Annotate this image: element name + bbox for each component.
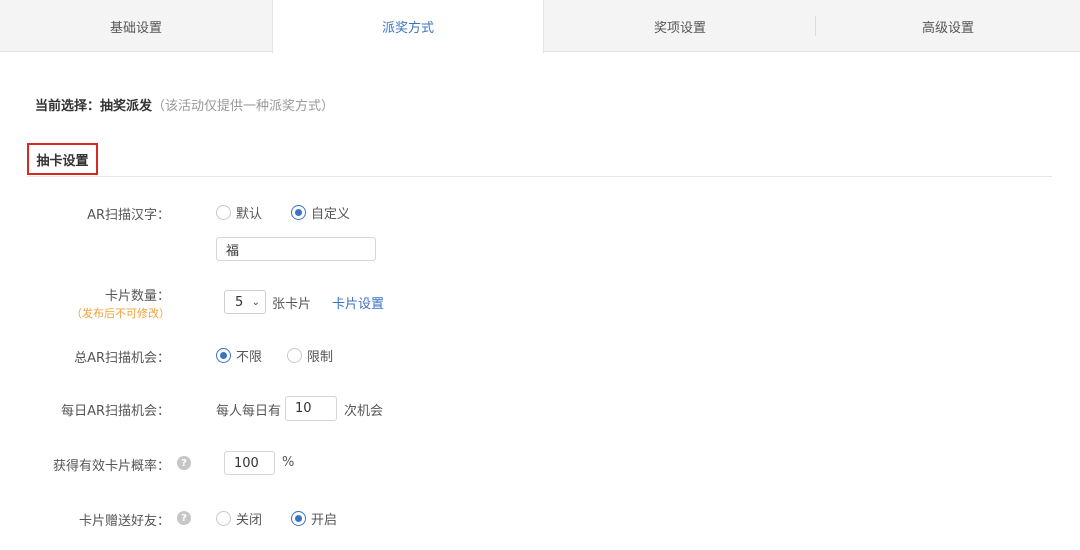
current-selection: 当前选择：抽奖派发（该活动仅提供一种派奖方式） [35,95,334,114]
total-chances-label: 总AR扫描机会： [74,351,170,366]
tab-label: 派奖方式 [381,21,434,36]
section-divider [27,176,1052,177]
daily-chances-value: 10 [295,401,312,416]
help-icon[interactable]: ? [177,456,191,470]
radio-circle [287,348,302,363]
card-count-label: 卡片数量： [104,289,170,304]
probability-input[interactable]: 100 [224,451,275,475]
tab-bar: 基础设置 派奖方式 奖项设置 高级设置 [0,0,1080,53]
daily-chances-suffix: 次机会 [344,404,384,419]
radio-gift-on[interactable]: 开启 [291,509,337,528]
tab-prize-settings[interactable]: 奖项设置 [544,0,816,52]
current-prefix: 当前选择： [35,99,101,114]
probability-unit: % [282,455,295,470]
card-count-value: 5 [235,294,244,310]
tab-label: 基础设置 [109,20,162,36]
radio-circle [291,511,306,526]
radio-gift-off[interactable]: 关闭 [216,509,262,528]
card-settings-link[interactable]: 卡片设置 [332,293,384,312]
radio-ar-custom[interactable]: 自定义 [291,203,350,222]
radio-label: 开启 [311,513,338,528]
section-title-text: 抽卡设置 [36,153,89,169]
radio-label: 关闭 [236,513,263,528]
ar-char-input[interactable]: 福 [216,237,376,261]
tab-label: 奖项设置 [653,20,706,36]
radio-label: 不限 [236,350,263,365]
radio-circle [216,348,231,363]
radio-circle [216,205,231,220]
gift-friends-label: 卡片赠送好友： [78,514,170,529]
current-hint: （该活动仅提供一种派奖方式） [152,99,335,114]
daily-chances-prefix: 每人每日有 [216,404,282,419]
tab-advanced-settings[interactable]: 高级设置 [816,0,1080,52]
radio-total-limited[interactable]: 限制 [287,346,333,365]
chevron-down-icon: ⌄ [251,296,260,308]
daily-chances-label: 每日AR扫描机会： [61,404,170,419]
radio-total-unlimited[interactable]: 不限 [216,346,262,365]
radio-circle [216,511,231,526]
ar-char-label: AR扫描汉字： [87,208,170,223]
tab-label: 高级设置 [921,20,974,36]
current-value: 抽奖派发 [100,99,153,114]
ar-char-value: 福 [226,243,240,259]
card-count-note: （发布后不可修改） [71,307,170,320]
section-title: 抽卡设置 [27,143,98,175]
probability-value: 100 [234,455,259,471]
card-count-unit: 张卡片 [272,297,312,312]
daily-chances-input[interactable]: 10 [285,396,337,421]
card-count-select[interactable]: 5 ⌄ [224,290,266,314]
radio-label: 默认 [236,207,263,222]
radio-circle [291,205,306,220]
tab-award-method[interactable]: 派奖方式 [272,0,544,53]
probability-label: 获得有效卡片概率： [52,459,170,474]
tab-basic-settings[interactable]: 基础设置 [0,0,272,52]
radio-label: 限制 [307,350,334,365]
radio-ar-default[interactable]: 默认 [216,203,262,222]
radio-label: 自定义 [311,207,351,222]
help-icon[interactable]: ? [177,511,191,525]
